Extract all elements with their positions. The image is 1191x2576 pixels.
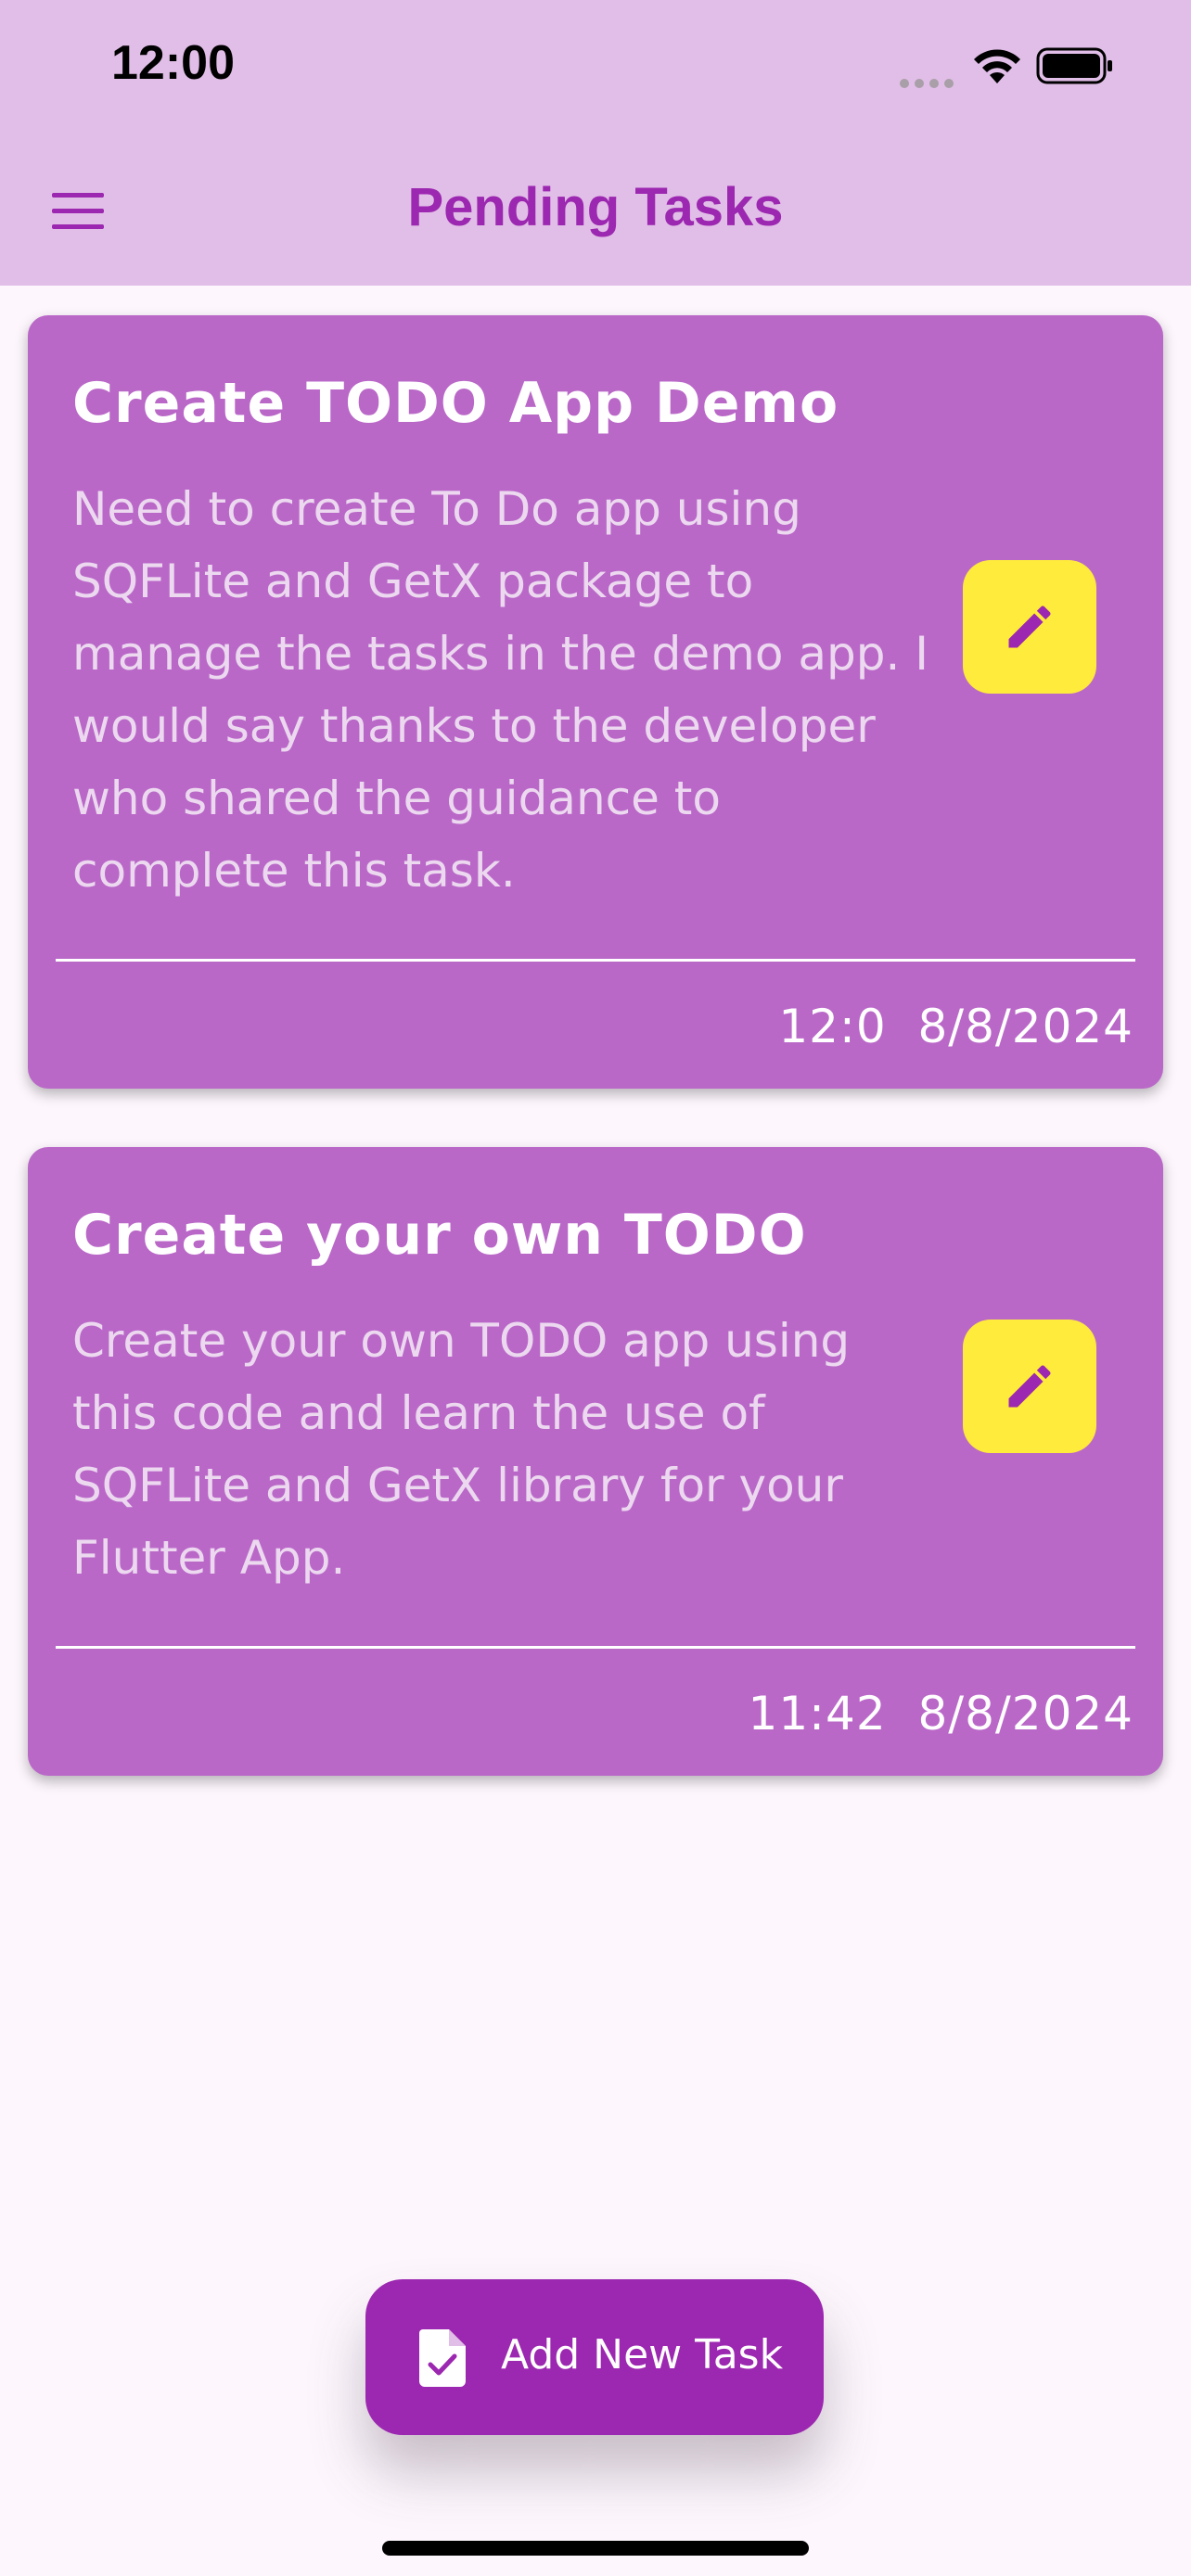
add-new-task-button[interactable]: Add New Task bbox=[365, 2279, 824, 2435]
card-divider bbox=[56, 959, 1135, 962]
app-bar: Pending Tasks bbox=[0, 139, 1191, 286]
page-title: Pending Tasks bbox=[407, 177, 784, 237]
task-time: 12:0 bbox=[778, 1000, 887, 1053]
cellular-signal-icon bbox=[900, 74, 959, 88]
card-divider bbox=[56, 1646, 1135, 1649]
task-datetime: 12:0 8/8/2024 bbox=[778, 1000, 1133, 1053]
file-check-icon bbox=[419, 2329, 466, 2387]
task-date: 8/8/2024 bbox=[917, 1687, 1133, 1741]
status-bar: 12:00 bbox=[0, 0, 1191, 139]
pencil-icon bbox=[1008, 1365, 1051, 1408]
task-card[interactable]: Create your own TODO Create your own TOD… bbox=[28, 1147, 1163, 1776]
task-date: 8/8/2024 bbox=[917, 1000, 1133, 1053]
battery-icon bbox=[1036, 47, 1112, 84]
task-description: Create your own TODO app using this code… bbox=[72, 1314, 851, 1585]
edit-task-button[interactable] bbox=[963, 1320, 1096, 1453]
home-indicator[interactable] bbox=[382, 2541, 809, 2556]
edit-task-button[interactable] bbox=[963, 560, 1096, 694]
task-title: Create your own TODO bbox=[72, 1203, 807, 1268]
task-datetime: 11:42 8/8/2024 bbox=[749, 1687, 1133, 1741]
task-title: Create TODO App Demo bbox=[72, 371, 839, 436]
status-time: 12:00 bbox=[111, 36, 235, 90]
add-new-task-label: Add New Task bbox=[501, 2331, 784, 2378]
pencil-icon bbox=[1008, 606, 1051, 648]
task-time: 11:42 bbox=[748, 1687, 887, 1741]
wifi-icon bbox=[974, 49, 1020, 83]
task-card[interactable]: Create TODO App Demo Need to create To D… bbox=[28, 315, 1163, 1089]
task-description: Need to create To Do app using SQFLite a… bbox=[72, 482, 928, 898]
